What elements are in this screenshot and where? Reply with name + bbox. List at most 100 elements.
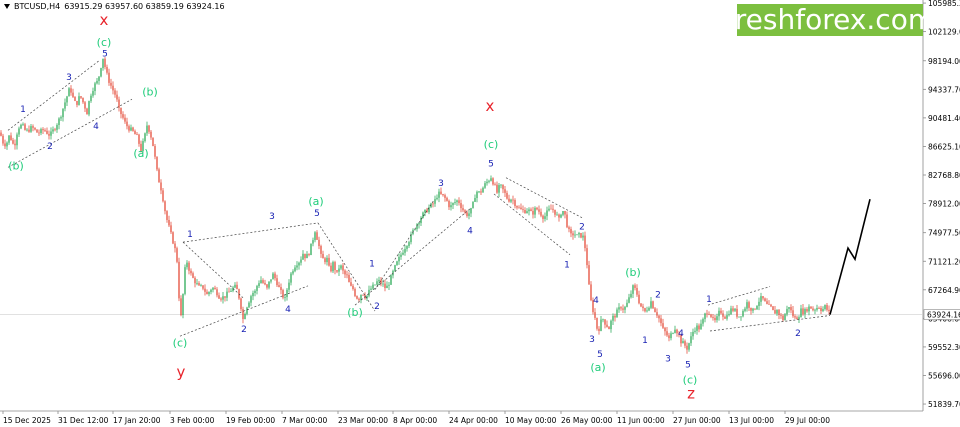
candle-body (628, 297, 630, 303)
candle-body (492, 178, 494, 185)
candle-body (528, 209, 530, 212)
candle-body (822, 309, 824, 312)
candle-body (654, 308, 656, 313)
candle-body (42, 129, 44, 131)
price-axis: 51839.7055696.0059552.3063408.6067264.90… (923, 0, 960, 409)
candle-body (236, 284, 238, 290)
wave-label: 5 (314, 209, 320, 219)
candle-body (564, 211, 566, 215)
candle-body (136, 134, 138, 136)
candle-body (494, 184, 496, 186)
candle-body (330, 265, 332, 272)
candle-body (234, 284, 236, 288)
candle-body (436, 197, 438, 200)
candle-body (786, 308, 788, 315)
wave-label: 1 (564, 260, 570, 270)
candle-body (790, 307, 792, 311)
candle-body (766, 301, 768, 304)
candle-body (480, 191, 482, 193)
candle-body (96, 80, 98, 84)
candle-body (630, 293, 632, 298)
candle-body (390, 275, 392, 285)
candle-body (584, 235, 586, 249)
candle-body (768, 303, 770, 305)
candle-body (20, 124, 22, 129)
candle-body (126, 121, 128, 127)
candle-body (306, 254, 308, 259)
candle-body (540, 211, 542, 216)
candle-body (596, 317, 598, 329)
candle-body (432, 203, 434, 205)
candle-body (0, 132, 2, 136)
candle-body (40, 129, 42, 134)
candle-body (572, 233, 574, 236)
candle-body (384, 283, 386, 289)
dropdown-triangle-icon[interactable] (4, 4, 10, 9)
wave-label: (a) (133, 147, 148, 160)
candle-body (828, 309, 830, 312)
wave-label: z (687, 384, 695, 402)
candle-body (616, 309, 618, 318)
candle-body (382, 283, 384, 285)
wave-label: (a) (590, 361, 605, 374)
wave-label: 4 (593, 296, 599, 306)
candle-body (310, 243, 312, 256)
candle-body (230, 290, 232, 292)
candle-body (10, 135, 12, 141)
y-tick-label: 94337.70 (928, 85, 960, 94)
candle-body (24, 124, 26, 130)
x-tick-label: 10 May 00:00 (505, 416, 557, 425)
candle-body (530, 209, 532, 211)
candle-body (296, 265, 298, 268)
candle-body (810, 306, 812, 309)
candle-body (460, 203, 462, 209)
candle-body (704, 313, 706, 320)
wave-label: 4 (678, 329, 684, 339)
candle-body (386, 285, 388, 289)
candle-body (156, 156, 158, 170)
candle-body (650, 301, 652, 308)
candle-body (304, 253, 306, 259)
candle-body (104, 58, 106, 67)
x-tick-label: 27 Jun 00:00 (673, 416, 721, 425)
candle-body (282, 290, 284, 298)
candle-body (782, 315, 784, 321)
candle-body (188, 262, 190, 271)
candle-body (134, 130, 136, 135)
candle-body (750, 307, 752, 311)
wave-label: (a) (308, 195, 323, 208)
candle-body (562, 211, 564, 215)
candle-body (358, 298, 360, 301)
candle-body (160, 182, 162, 191)
candle-body (644, 308, 646, 312)
candle-body (252, 292, 254, 297)
candle-body (804, 309, 806, 315)
candle-body (478, 191, 480, 193)
candle-body (424, 209, 426, 213)
candle-body (532, 210, 534, 215)
candle-body (788, 307, 790, 309)
candle-body (720, 310, 722, 314)
candle-body (470, 208, 472, 214)
candle-body (264, 282, 266, 285)
candle-body (218, 295, 220, 299)
candle-body (452, 203, 454, 206)
candle-body (554, 209, 556, 215)
candle-body (170, 225, 172, 233)
candle-body (100, 68, 102, 77)
candle-body (602, 319, 604, 321)
candle-body (406, 246, 408, 249)
candle-body (16, 134, 18, 146)
candle-body (12, 140, 14, 144)
candle-body (44, 130, 46, 132)
y-tick-label: 55696.00 (928, 371, 960, 380)
candle-body (154, 146, 156, 157)
candle-body (820, 308, 822, 312)
y-tick-label: 98194.00 (928, 57, 960, 66)
wave-label: 1 (187, 230, 193, 240)
candle-body (656, 312, 658, 316)
candle-body (404, 248, 406, 253)
candle-body (270, 279, 272, 282)
candle-body (546, 210, 548, 217)
candle-body (212, 287, 214, 290)
